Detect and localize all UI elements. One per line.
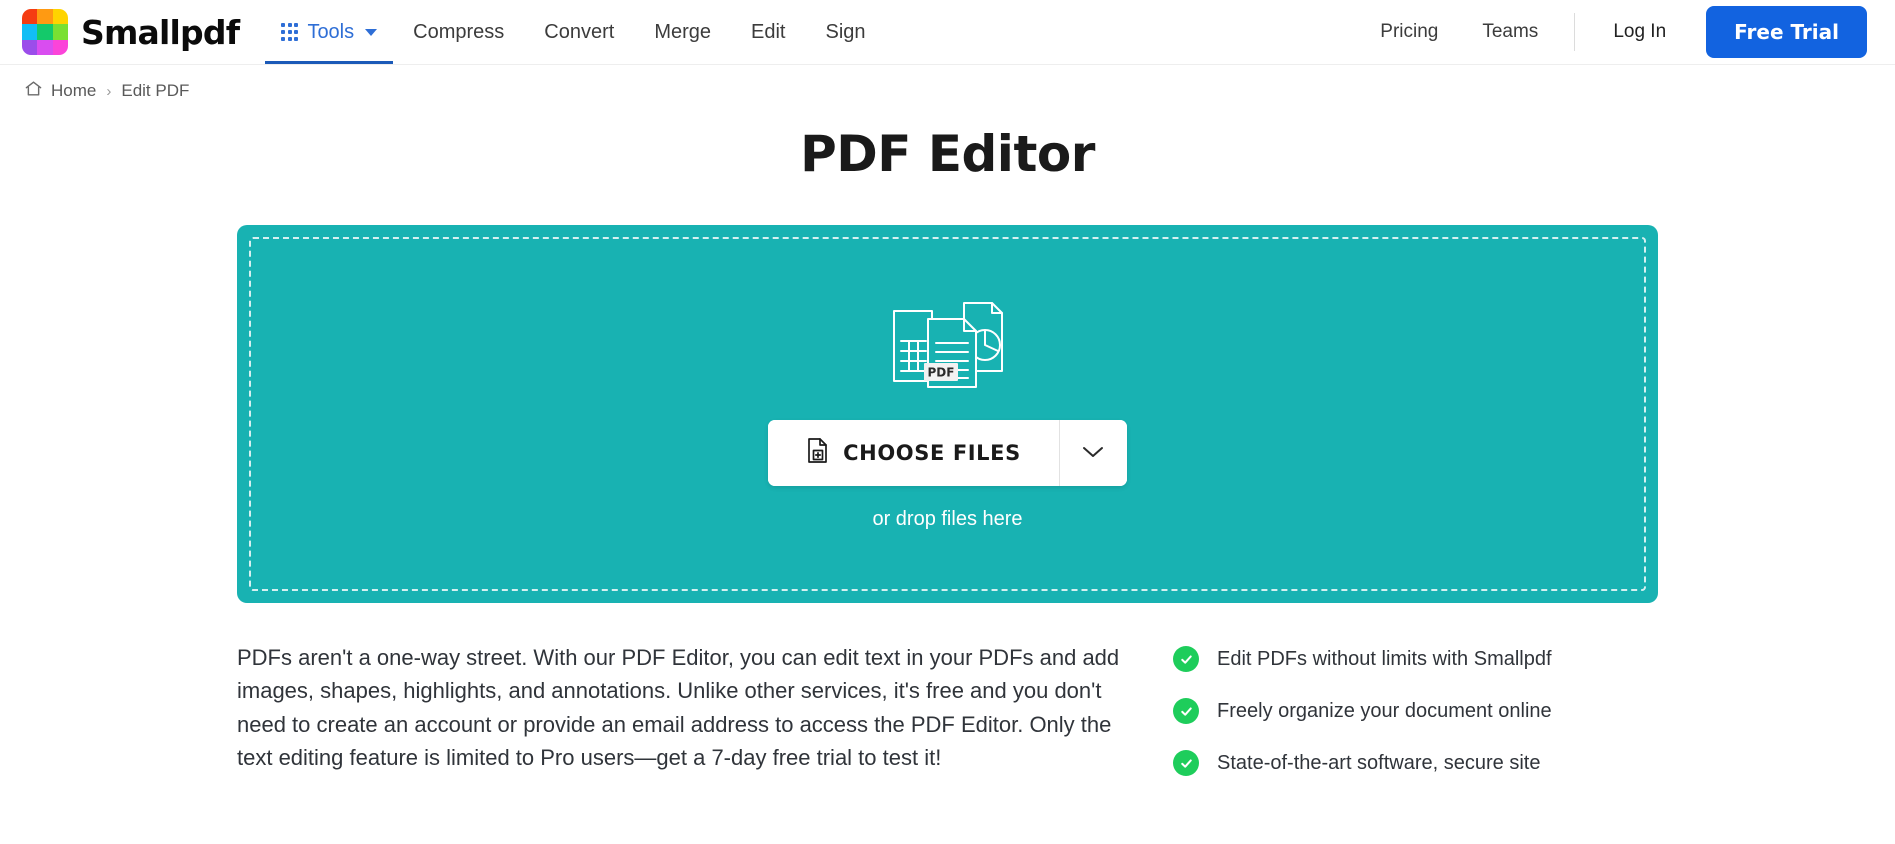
feature-label: Freely organize your document online — [1217, 699, 1552, 722]
file-plus-icon — [806, 437, 829, 469]
check-circle-icon — [1173, 646, 1199, 672]
logo-tile-8 — [37, 39, 53, 55]
breadcrumb-home[interactable]: Home — [51, 81, 96, 101]
primary-nav: Tools Compress Convert Merge Edit Sign — [265, 0, 885, 64]
nav-item-compress[interactable]: Compress — [393, 0, 524, 64]
check-circle-icon — [1173, 698, 1199, 724]
feature-label: State-of-the-art software, secure site — [1217, 751, 1541, 774]
description-text: PDFs aren't a one-way street. With our P… — [237, 645, 1120, 771]
logo-tile-6 — [52, 24, 68, 40]
svg-text:PDF: PDF — [927, 366, 954, 380]
nav-divider — [1574, 13, 1576, 51]
list-item: Edit PDFs without limits with Smallpdf — [1173, 646, 1552, 672]
feature-list: Edit PDFs without limits with Smallpdf F… — [1173, 641, 1552, 776]
login-button[interactable]: Log In — [1589, 21, 1690, 43]
free-trial-button[interactable]: Free Trial — [1706, 6, 1867, 58]
breadcrumb-current: Edit PDF — [121, 81, 190, 100]
logo-tile-7 — [22, 39, 38, 55]
logo-tile-4 — [22, 24, 38, 40]
chevron-down-icon — [1082, 445, 1104, 462]
logo-tile-3 — [52, 9, 68, 25]
list-item: State-of-the-art software, secure site — [1173, 750, 1552, 776]
choose-files-button[interactable]: CHOOSE FILES — [768, 420, 1059, 486]
nav-item-edit[interactable]: Edit — [731, 0, 805, 64]
nav-item-tools-label: Tools — [307, 20, 355, 43]
site-header: Smallpdf Tools Compress Convert Merge Ed… — [0, 0, 1895, 64]
dropzone-wrapper: PDF CHOOSE FILES or drop files here — [237, 225, 1658, 603]
nav-item-teams[interactable]: Teams — [1460, 21, 1560, 43]
logo-tile-1 — [22, 9, 38, 25]
documents-pdf-icon: PDF — [888, 297, 1008, 394]
choose-files-label: CHOOSE FILES — [843, 441, 1021, 465]
logo-tile-5 — [37, 24, 53, 40]
breadcrumb: Home › Edit PDF — [0, 65, 1895, 103]
nav-item-pricing[interactable]: Pricing — [1358, 21, 1460, 43]
nav-item-tools[interactable]: Tools — [265, 0, 394, 64]
list-item: Freely organize your document online — [1173, 698, 1552, 724]
dropzone-dashed-border — [249, 237, 1646, 591]
check-circle-icon — [1173, 750, 1199, 776]
logo[interactable]: Smallpdf — [22, 9, 240, 55]
secondary-nav: Pricing Teams Log In Free Trial — [1358, 0, 1867, 64]
content-section: PDFs aren't a one-way street. With our P… — [237, 641, 1658, 776]
active-tab-underline — [265, 61, 394, 64]
nav-item-merge[interactable]: Merge — [634, 0, 731, 64]
drop-files-hint: or drop files here — [872, 508, 1023, 530]
file-dropzone[interactable]: PDF CHOOSE FILES or drop files here — [237, 225, 1658, 603]
brand-wordmark: Smallpdf — [81, 12, 240, 52]
logo-tile-9 — [52, 39, 68, 55]
page-title: PDF Editor — [800, 125, 1095, 183]
nav-item-convert[interactable]: Convert — [524, 0, 634, 64]
nav-item-sign[interactable]: Sign — [805, 0, 885, 64]
home-icon — [24, 79, 43, 103]
smallpdf-logo-icon — [22, 9, 68, 55]
chevron-down-icon — [365, 28, 378, 36]
logo-tile-2 — [37, 9, 53, 25]
choose-files-dropdown-button[interactable] — [1058, 420, 1127, 486]
feature-label: Edit PDFs without limits with Smallpdf — [1217, 647, 1552, 670]
grid-icon — [281, 23, 299, 41]
choose-files-group: CHOOSE FILES — [768, 420, 1127, 486]
breadcrumb-separator: › — [106, 82, 112, 100]
